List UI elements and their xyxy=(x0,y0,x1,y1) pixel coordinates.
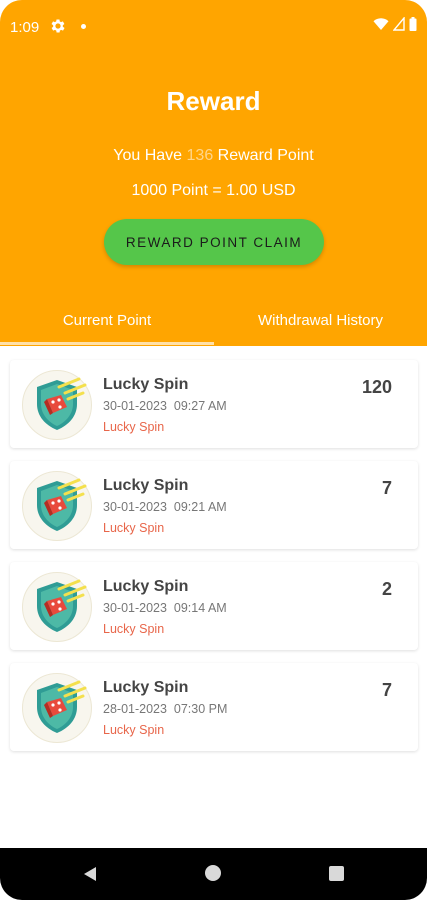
entry-title: Lucky Spin xyxy=(103,679,189,696)
entry-date: 30-01-2023 xyxy=(103,601,167,615)
shield-icon xyxy=(22,572,92,642)
entry-source: Lucky Spin xyxy=(103,420,165,434)
back-icon[interactable] xyxy=(82,866,98,882)
home-icon[interactable] xyxy=(205,865,221,881)
entry-datetime: 28-01-2023 07:30 PM xyxy=(103,702,227,716)
entry-datetime: 30-01-2023 09:21 AM xyxy=(103,500,227,514)
list-item[interactable]: Lucky Spin 30-01-2023 09:14 AM Lucky Spi… xyxy=(10,562,418,650)
tab-withdrawal-history[interactable]: Withdrawal History xyxy=(214,300,427,346)
tab-current-point[interactable]: Current Point xyxy=(0,300,214,346)
entry-time: 09:21 AM xyxy=(173,500,227,514)
status-bar: 1:09 xyxy=(0,0,427,56)
dot-icon xyxy=(81,24,86,29)
entry-points: 120 xyxy=(361,377,392,397)
entry-datetime: 30-01-2023 09:27 AM xyxy=(103,399,227,413)
page-title: Reward xyxy=(166,86,261,116)
entry-points: 2 xyxy=(381,579,392,599)
active-tab-indicator xyxy=(0,342,214,345)
wifi-icon xyxy=(373,18,389,30)
shield-icon xyxy=(22,471,92,541)
list-item[interactable]: Lucky Spin 30-01-2023 09:27 AM Lucky Spi… xyxy=(10,360,418,448)
entry-time: 09:14 AM xyxy=(173,601,227,615)
gear-icon xyxy=(51,19,65,33)
list-item[interactable]: Lucky Spin 30-01-2023 09:21 AM Lucky Spi… xyxy=(10,461,418,549)
app-screen: 1:09 Reward You Have 136 Reward Point 10… xyxy=(0,0,427,900)
entry-source: Lucky Spin xyxy=(103,622,165,636)
reward-point-claim-button[interactable]: REWARD POINT CLAIM xyxy=(104,219,324,265)
points-suffix: Reward Point xyxy=(217,147,314,164)
entry-title: Lucky Spin xyxy=(103,376,189,393)
shield-icon xyxy=(22,673,92,743)
entry-datetime: 30-01-2023 09:14 AM xyxy=(103,601,227,615)
reward-header: 1:09 Reward You Have 136 Reward Point 10… xyxy=(0,0,427,346)
entry-time: 07:30 PM xyxy=(173,702,228,716)
entry-source: Lucky Spin xyxy=(103,521,165,535)
reward-points-value: 136 xyxy=(186,147,214,164)
entry-date: 30-01-2023 xyxy=(103,500,167,514)
conversion-rate: 1000 Point = 1.00 USD xyxy=(131,182,296,199)
list-item[interactable]: Lucky Spin 28-01-2023 07:30 PM Lucky Spi… xyxy=(10,663,418,751)
status-icons xyxy=(373,17,417,31)
entry-points: 7 xyxy=(381,478,392,498)
entry-title: Lucky Spin xyxy=(103,578,189,595)
entry-time: 09:27 AM xyxy=(173,399,227,413)
entry-date: 30-01-2023 xyxy=(103,399,167,413)
entry-points: 7 xyxy=(381,680,392,700)
battery-icon xyxy=(409,17,417,31)
signal-icon xyxy=(393,17,405,31)
reward-points-summary: You Have 136 Reward Point xyxy=(0,147,427,165)
navigation-bar xyxy=(0,848,427,900)
recents-icon[interactable] xyxy=(329,866,344,881)
status-time: 1:09 xyxy=(10,19,40,36)
points-prefix: You Have xyxy=(113,147,183,164)
shield-icon xyxy=(22,370,92,440)
entry-title: Lucky Spin xyxy=(103,477,189,494)
entry-source: Lucky Spin xyxy=(103,723,165,737)
entry-date: 28-01-2023 xyxy=(103,702,167,716)
